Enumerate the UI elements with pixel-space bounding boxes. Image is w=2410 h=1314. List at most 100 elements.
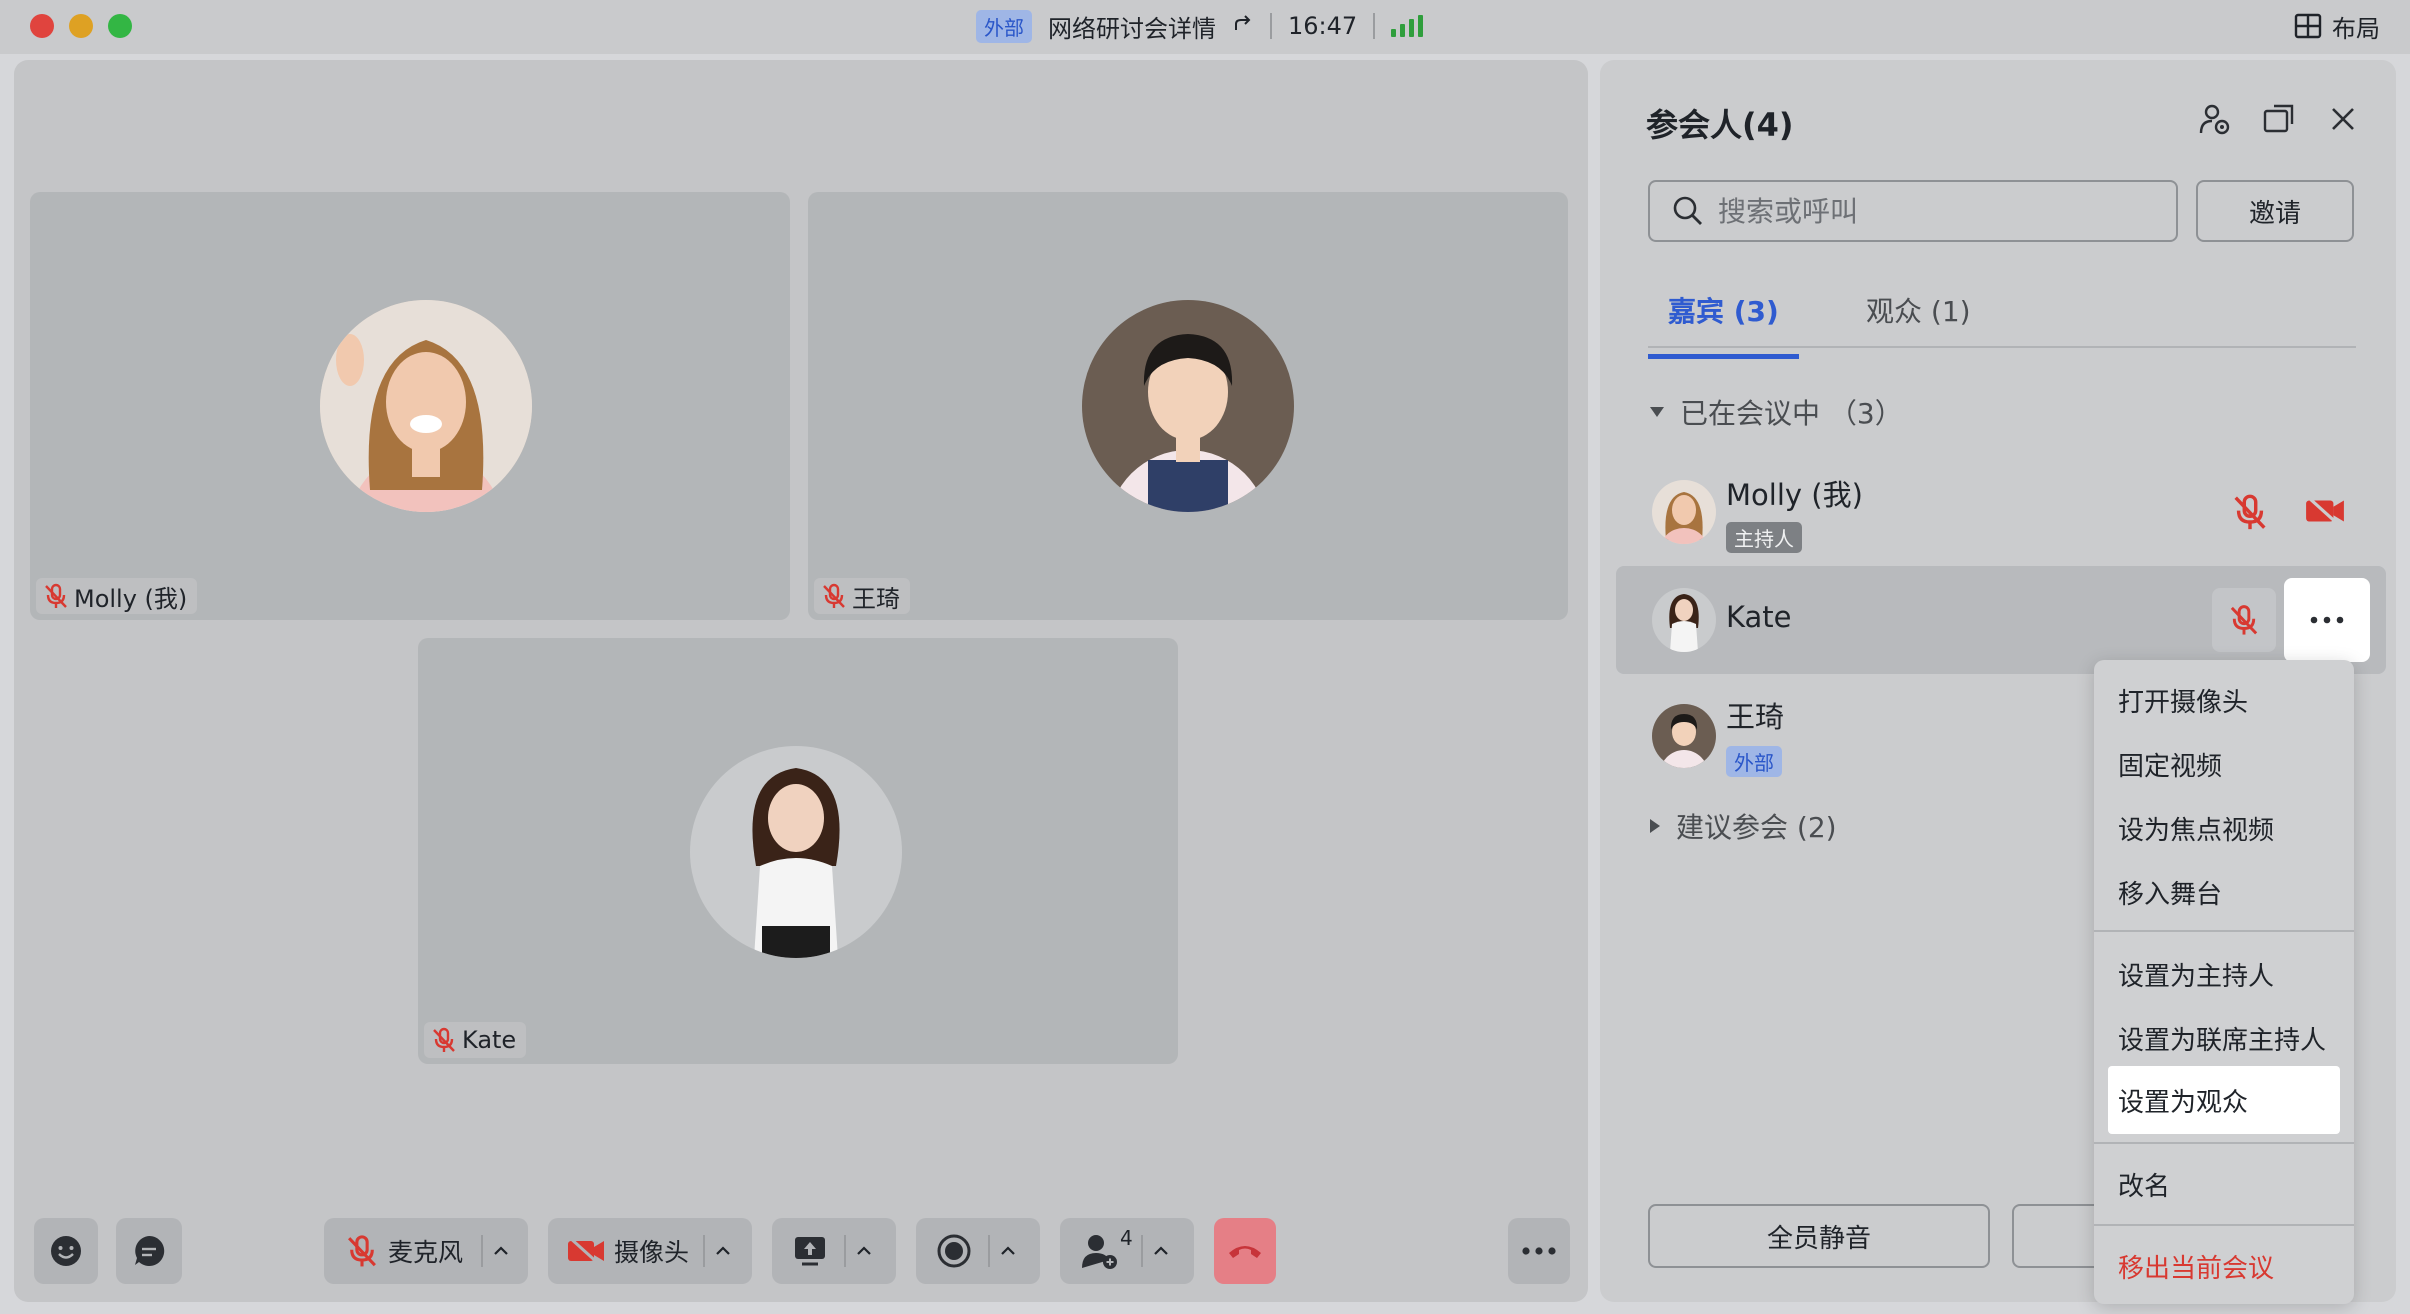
avatar xyxy=(1652,588,1716,652)
camera-off-icon[interactable] xyxy=(2304,494,2346,528)
share-screen-control xyxy=(772,1218,896,1284)
menu-item-rename[interactable]: 改名 xyxy=(2094,1152,2354,1216)
chevron-up-icon[interactable] xyxy=(1149,1239,1173,1263)
external-badge: 外部 xyxy=(1726,746,1782,777)
external-badge: 外部 xyxy=(976,9,1032,43)
share-screen-icon[interactable] xyxy=(792,1234,828,1268)
section-suggested[interactable]: 建议参会 (2) xyxy=(1648,806,1837,846)
mic-off-icon xyxy=(45,583,67,608)
menu-item-make-cohost[interactable]: 设置为联席主持人 xyxy=(2094,1006,2354,1070)
menu-item-turn-on-camera[interactable]: 打开摄像头 xyxy=(2094,668,2354,732)
more-options-button[interactable] xyxy=(1508,1218,1570,1284)
chevron-up-icon[interactable] xyxy=(489,1239,513,1263)
caret-right-icon xyxy=(1650,819,1660,833)
panel-title: 参会人(4) xyxy=(1646,106,1794,144)
host-badge: 主持人 xyxy=(1726,522,1802,553)
menu-item-make-host[interactable]: 设置为主持人 xyxy=(2094,942,2354,1006)
video-tile-molly[interactable]: Molly (我) xyxy=(30,192,790,620)
add-participant-icon xyxy=(1082,1235,1117,1269)
control-divider xyxy=(1140,1235,1143,1267)
chat-button[interactable] xyxy=(116,1218,182,1284)
microphone-control: 麦克风 xyxy=(324,1218,528,1284)
section-label: 已在会议中 （3） xyxy=(1680,397,1903,430)
menu-item-move-to-stage[interactable]: 移入舞台 xyxy=(2094,860,2354,924)
microphone-button[interactable]: 麦克风 xyxy=(344,1233,463,1269)
participant-row[interactable]: Molly (我) 主持人 xyxy=(1616,458,2386,566)
emoji-icon xyxy=(51,1236,81,1266)
user-settings-icon[interactable] xyxy=(2198,102,2232,136)
microphone-label: 麦克风 xyxy=(388,1238,464,1267)
participants-count: 4 xyxy=(1120,1226,1133,1250)
record-icon[interactable] xyxy=(936,1233,972,1269)
layout-grid-icon xyxy=(2294,13,2322,39)
video-tile-kate[interactable]: Kate xyxy=(418,638,1178,1064)
search-icon xyxy=(1673,196,1702,225)
camera-off-icon xyxy=(567,1235,604,1267)
avatar xyxy=(690,746,902,958)
signal-strength-icon[interactable] xyxy=(1391,15,1424,37)
control-divider xyxy=(703,1235,706,1267)
search-input[interactable] xyxy=(1718,194,2138,228)
control-divider xyxy=(988,1235,990,1267)
pop-out-window-icon[interactable] xyxy=(2262,102,2296,136)
record-control xyxy=(916,1218,1040,1284)
meeting-info: 外部 网络研讨会详情 16:47 xyxy=(976,8,1424,44)
search-box[interactable] xyxy=(1648,180,2178,242)
avatar xyxy=(320,300,532,512)
section-in-meeting[interactable]: 已在会议中 （3） xyxy=(1648,392,1903,432)
participants-button[interactable]: 4 xyxy=(1080,1226,1133,1270)
caret-down-icon xyxy=(1650,407,1664,417)
layout-button[interactable]: 布局 xyxy=(2294,8,2380,44)
meeting-time: 16:47 xyxy=(1288,12,1358,40)
title-bar: 外部 网络研讨会详情 16:47 布局 xyxy=(0,0,2410,54)
menu-item-pin-video[interactable]: 固定视频 xyxy=(2094,732,2354,796)
participant-name: Kate xyxy=(1726,600,1792,634)
chat-bubble-icon xyxy=(135,1235,165,1266)
camera-button[interactable]: 摄像头 xyxy=(566,1233,689,1269)
control-divider xyxy=(844,1235,846,1267)
chevron-up-icon[interactable] xyxy=(852,1239,876,1263)
chevron-up-icon[interactable] xyxy=(711,1239,735,1263)
zoom-window-button[interactable] xyxy=(108,14,132,38)
menu-item-make-audience[interactable]: 设置为观众 xyxy=(2108,1066,2340,1134)
participant-context-menu: 打开摄像头 固定视频 设为焦点视频 移入舞台 设置为主持人 设置为联席主持人 设… xyxy=(2094,660,2354,1304)
tab-audience[interactable]: 观众 (1) xyxy=(1846,282,1991,354)
share-icon[interactable] xyxy=(1232,12,1254,40)
menu-divider xyxy=(2094,1224,2354,1226)
avatar xyxy=(1652,704,1716,768)
title-divider xyxy=(1373,13,1376,39)
video-tile-wangqi[interactable]: 王琦 xyxy=(808,192,1568,620)
minimize-window-button[interactable] xyxy=(69,14,93,38)
avatar xyxy=(1082,300,1294,512)
video-stage: Molly (我) 王琦 Kate xyxy=(14,60,1588,1302)
mic-off-icon xyxy=(348,1235,376,1267)
layout-label: 布局 xyxy=(2332,14,2380,43)
close-icon[interactable] xyxy=(2326,102,2360,136)
mic-off-icon xyxy=(433,1027,455,1052)
menu-item-remove-from-meeting[interactable]: 移出当前会议 xyxy=(2094,1234,2354,1298)
more-horizontal-icon xyxy=(1522,1247,1556,1255)
participant-tabs: 嘉宾 (3) 观众 (1) xyxy=(1648,282,2356,359)
hang-up-icon xyxy=(1229,1246,1261,1258)
participant-more-button[interactable] xyxy=(2284,578,2370,662)
menu-item-set-focus-video[interactable]: 设为焦点视频 xyxy=(2094,796,2354,860)
meeting-title[interactable]: 网络研讨会详情 xyxy=(1048,9,1216,44)
mute-all-button[interactable]: 全员静音 xyxy=(1648,1204,1990,1268)
close-window-button[interactable] xyxy=(30,14,54,38)
chevron-up-icon[interactable] xyxy=(996,1239,1020,1263)
tab-guests[interactable]: 嘉宾 (3) xyxy=(1648,282,1799,359)
invite-button[interactable]: 邀请 xyxy=(2196,180,2354,242)
mute-button[interactable] xyxy=(2212,588,2276,652)
mic-off-icon[interactable] xyxy=(2230,492,2270,532)
participant-name: Molly (我) xyxy=(1726,478,1863,512)
control-divider xyxy=(481,1235,484,1267)
tile-name: Molly (我) xyxy=(74,584,188,613)
camera-label: 摄像头 xyxy=(614,1238,690,1267)
participants-control: 4 xyxy=(1060,1218,1194,1284)
mic-off-icon xyxy=(2230,605,2258,635)
participant-row[interactable]: Kate xyxy=(1616,566,2386,674)
name-tag: 王琦 xyxy=(814,578,910,614)
camera-control: 摄像头 xyxy=(548,1218,752,1284)
leave-meeting-button[interactable] xyxy=(1214,1218,1276,1284)
reactions-button[interactable] xyxy=(34,1218,98,1284)
